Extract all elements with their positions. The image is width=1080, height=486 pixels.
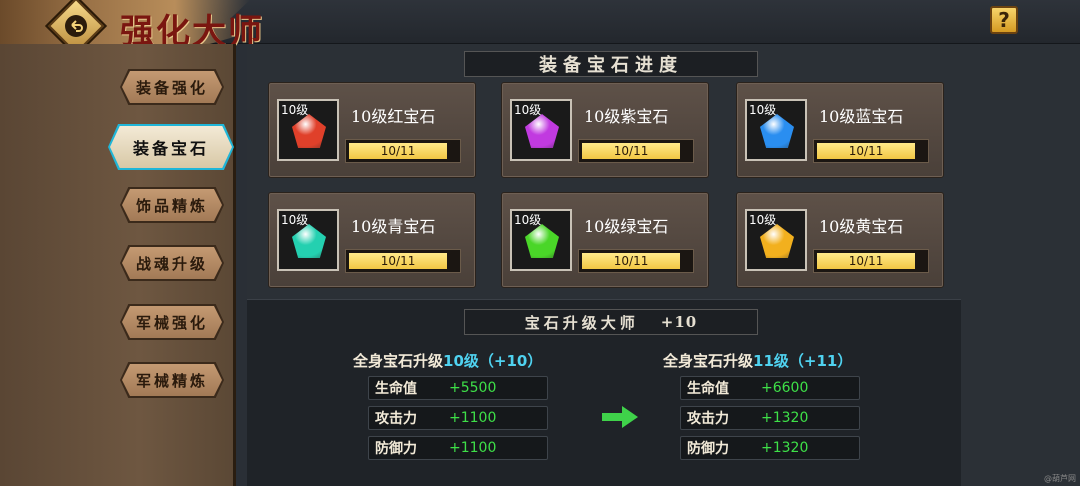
right-edge-background	[961, 44, 1080, 486]
current-level-heading: 全身宝石升级10级（+10）	[353, 352, 543, 370]
sidebar: 装备强化 装备宝石 饰品精炼 战魂升级 军械强化 军械精炼	[0, 44, 236, 486]
back-arrow-icon	[65, 15, 87, 37]
current-hp-row: 生命值 +5500	[368, 376, 548, 400]
gem-slot[interactable]: 10级	[510, 209, 572, 271]
gem-card: 10级 10级蓝宝石 10/11	[736, 82, 944, 178]
cyan-gem-icon	[292, 224, 326, 258]
gem-name: 10级青宝石	[351, 217, 436, 236]
sidebar-item-warsoul-upgrade[interactable]: 战魂升级	[120, 245, 224, 281]
help-button[interactable]: ?	[990, 6, 1018, 34]
gem-slot[interactable]: 10级	[510, 99, 572, 161]
sidebar-item-arms-enhance[interactable]: 军械强化	[120, 304, 224, 340]
current-defense-row: 防御力 +1100	[368, 436, 548, 460]
master-title-box: 宝石升级大师 +10	[464, 309, 758, 335]
master-title: 宝石升级大师	[524, 313, 639, 332]
purple-gem-icon	[525, 114, 559, 148]
gem-progress-fill: 10/11	[349, 143, 448, 159]
gem-master-panel: 宝石升级大师 +10 全身宝石升级10级（+10） 全身宝石升级11级（+11）…	[247, 299, 961, 486]
gem-level-tag: 10级	[514, 213, 542, 227]
gem-level-tag: 10级	[281, 213, 309, 227]
gem-progress-fill: 10/11	[817, 253, 916, 269]
next-attack-row: 攻击力 +1320	[680, 406, 860, 430]
gem-progress-bar: 10/11	[345, 139, 461, 163]
gem-card: 10级 10级青宝石 10/11	[268, 192, 476, 288]
gem-progress-bar: 10/11	[578, 139, 694, 163]
gem-slot[interactable]: 10级	[277, 209, 339, 271]
gem-progress-fill: 10/11	[582, 143, 681, 159]
gem-progress-bar: 10/11	[813, 139, 929, 163]
green-gem-icon	[525, 224, 559, 258]
gem-progress-title: 装备宝石进度	[464, 51, 758, 77]
gem-level-tag: 10级	[749, 213, 777, 227]
gem-progress-fill: 10/11	[582, 253, 681, 269]
gem-level-tag: 10级	[281, 103, 309, 117]
main-panel: 装备宝石进度 10级 10级红宝石 10/11 10级 10级紫宝石 10/11…	[247, 44, 961, 486]
next-hp-row: 生命值 +6600	[680, 376, 860, 400]
gem-name: 10级紫宝石	[584, 107, 669, 126]
gem-name: 10级红宝石	[351, 107, 436, 126]
next-defense-row: 防御力 +1320	[680, 436, 860, 460]
right-arrow-icon	[602, 406, 638, 428]
watermark: @葫芦网	[1044, 474, 1076, 483]
gem-card: 10级 10级黄宝石 10/11	[736, 192, 944, 288]
gem-progress-bar: 10/11	[813, 249, 929, 273]
gem-card: 10级 10级紫宝石 10/11	[501, 82, 709, 178]
gem-name: 10级黄宝石	[819, 217, 904, 236]
next-level-heading: 全身宝石升级11级（+11）	[663, 352, 853, 370]
sidebar-item-accessory-refine[interactable]: 饰品精炼	[120, 187, 224, 223]
gem-progress-bar: 10/11	[345, 249, 461, 273]
gem-progress-fill: 10/11	[349, 253, 448, 269]
gem-card: 10级 10级红宝石 10/11	[268, 82, 476, 178]
master-bonus: +10	[660, 313, 698, 331]
blue-gem-icon	[760, 114, 794, 148]
sidebar-item-equipment-enhance[interactable]: 装备强化	[120, 69, 224, 105]
sidebar-item-arms-refine[interactable]: 军械精炼	[120, 362, 224, 398]
yellow-gem-icon	[760, 224, 794, 258]
current-attack-row: 攻击力 +1100	[368, 406, 548, 430]
gem-progress-bar: 10/11	[578, 249, 694, 273]
red-gem-icon	[292, 114, 326, 148]
gem-name: 10级蓝宝石	[819, 107, 904, 126]
gem-level-tag: 10级	[514, 103, 542, 117]
gem-slot[interactable]: 10级	[745, 209, 807, 271]
gem-name: 10级绿宝石	[584, 217, 669, 236]
gem-slot[interactable]: 10级	[745, 99, 807, 161]
sidebar-item-equipment-gems[interactable]: 装备宝石	[108, 124, 234, 170]
gem-slot[interactable]: 10级	[277, 99, 339, 161]
gem-level-tag: 10级	[749, 103, 777, 117]
gem-progress-fill: 10/11	[817, 143, 916, 159]
gem-card: 10级 10级绿宝石 10/11	[501, 192, 709, 288]
